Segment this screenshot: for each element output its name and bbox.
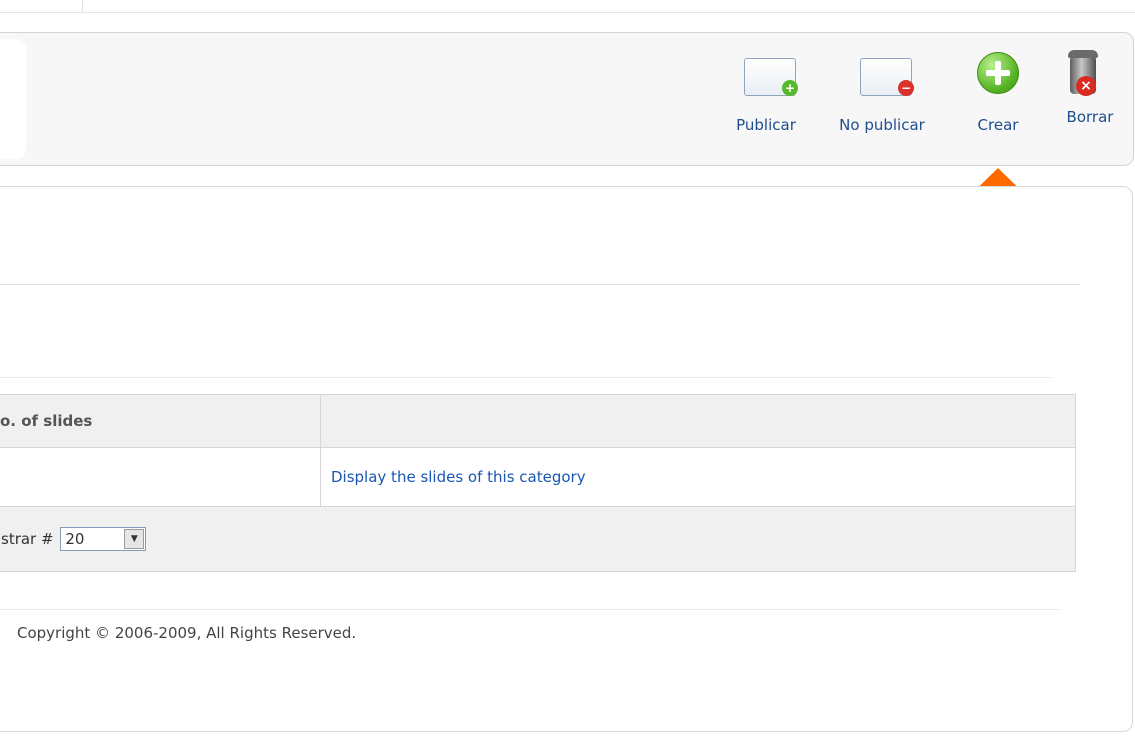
categories-table: o. of slides Display the slides of this … xyxy=(0,394,1076,572)
toolbar xyxy=(0,32,1134,166)
publish-label: Publicar xyxy=(736,116,796,134)
create-button[interactable]: Crear xyxy=(966,52,1030,134)
delete-button[interactable]: × Borrar xyxy=(1058,48,1122,126)
top-strip xyxy=(0,0,1135,13)
table-row: Display the slides of this category xyxy=(0,447,1076,507)
pager-row: strar # 20 ▼ xyxy=(0,506,1076,572)
trash-icon: × xyxy=(1068,48,1112,96)
display-slides-link[interactable]: Display the slides of this category xyxy=(320,447,1076,507)
pager-label: strar # xyxy=(1,530,54,548)
chevron-down-icon[interactable]: ▼ xyxy=(124,529,145,549)
column-header-actions xyxy=(320,394,1076,448)
slides-count-cell xyxy=(0,447,321,507)
add-icon xyxy=(976,52,1020,96)
publish-icon: + xyxy=(744,52,798,96)
top-divider xyxy=(82,0,83,12)
table-header-row: o. of slides xyxy=(0,394,1076,448)
copyright-text: Copyright © 2006-2009, All Rights Reserv… xyxy=(17,624,357,642)
create-label: Crear xyxy=(977,116,1019,134)
delete-label: Borrar xyxy=(1066,108,1114,126)
separator xyxy=(0,609,1060,610)
pager-cell: strar # 20 ▼ xyxy=(0,506,1076,572)
toolbar-title-area xyxy=(0,39,26,159)
display-count-select[interactable]: 20 ▼ xyxy=(60,527,147,551)
separator xyxy=(0,377,1052,378)
display-count-value: 20 xyxy=(65,530,85,548)
unpublish-label: No publicar xyxy=(839,116,925,134)
publish-button[interactable]: + Publicar xyxy=(728,52,804,134)
separator xyxy=(0,284,1080,285)
unpublish-button[interactable]: − No publicar xyxy=(827,52,937,134)
unpublish-icon: − xyxy=(860,52,914,96)
column-header-slides[interactable]: o. of slides xyxy=(0,394,321,448)
